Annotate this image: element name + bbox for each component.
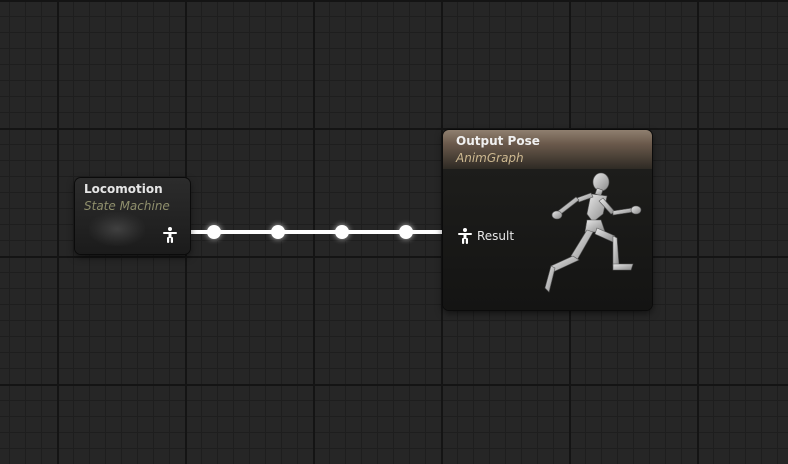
locomotion-state-machine-node[interactable]: Locomotion State Machine xyxy=(75,178,190,254)
wire-flow-bubble xyxy=(207,225,221,239)
node-title: Output Pose xyxy=(456,134,540,148)
node-title: Locomotion xyxy=(84,182,163,196)
running-mannequin-icon xyxy=(544,172,642,293)
node-subtitle: State Machine xyxy=(84,199,170,213)
output-pose-node[interactable]: Output Pose AnimGraph Result xyxy=(443,130,652,310)
wire-flow-bubble xyxy=(335,225,349,239)
wire-flow-bubble xyxy=(271,225,285,239)
node-subtitle: AnimGraph xyxy=(456,151,524,165)
pose-pin-icon[interactable] xyxy=(161,226,179,244)
wire-flow-bubble xyxy=(399,225,413,239)
state-machine-preview xyxy=(89,212,145,246)
output-pose-header: Output Pose AnimGraph xyxy=(443,130,652,169)
pose-pin-icon[interactable] xyxy=(456,227,474,245)
result-pin-label: Result xyxy=(477,229,515,243)
anim-graph-canvas[interactable]: Locomotion State Machine Output Pose Ani… xyxy=(0,0,788,464)
